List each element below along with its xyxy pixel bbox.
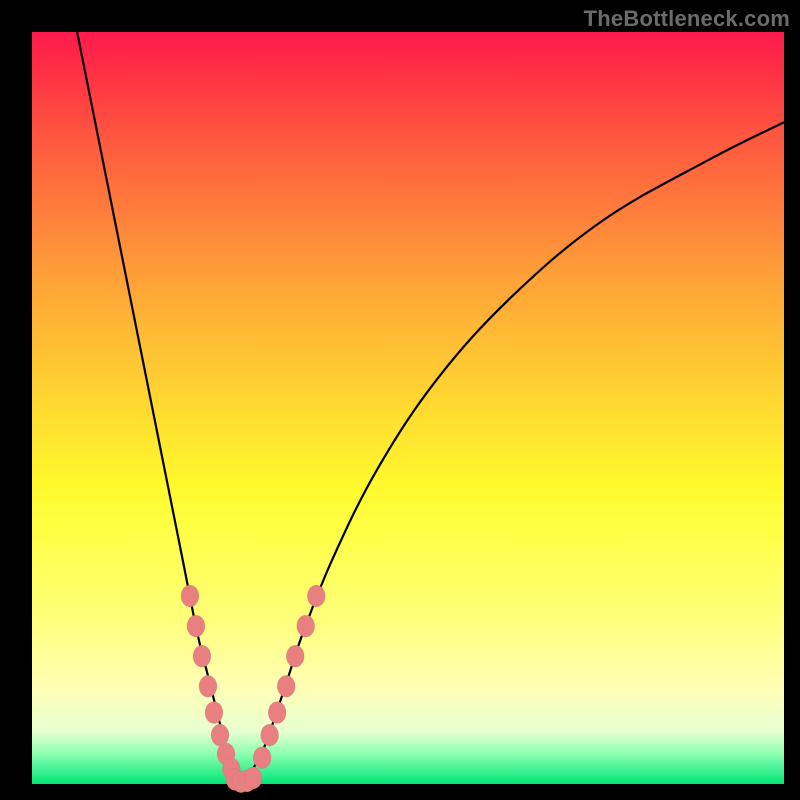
- data-marker: [268, 702, 286, 724]
- marker-layer: [181, 585, 325, 793]
- data-marker: [181, 585, 199, 607]
- data-marker: [199, 675, 217, 697]
- right-branch-curve: [241, 122, 784, 784]
- data-marker: [307, 585, 325, 607]
- data-marker: [187, 615, 205, 637]
- data-marker: [205, 702, 223, 724]
- data-marker: [193, 645, 211, 667]
- data-marker: [286, 645, 304, 667]
- data-marker: [277, 675, 295, 697]
- data-marker: [297, 615, 315, 637]
- chart-frame: TheBottleneck.com: [0, 0, 800, 800]
- watermark-text: TheBottleneck.com: [584, 6, 790, 32]
- data-marker: [244, 767, 262, 789]
- left-branch-curve: [77, 32, 241, 784]
- curve-layer: [32, 32, 784, 784]
- data-marker: [261, 724, 279, 746]
- plot-area: [32, 32, 784, 784]
- data-marker: [253, 747, 271, 769]
